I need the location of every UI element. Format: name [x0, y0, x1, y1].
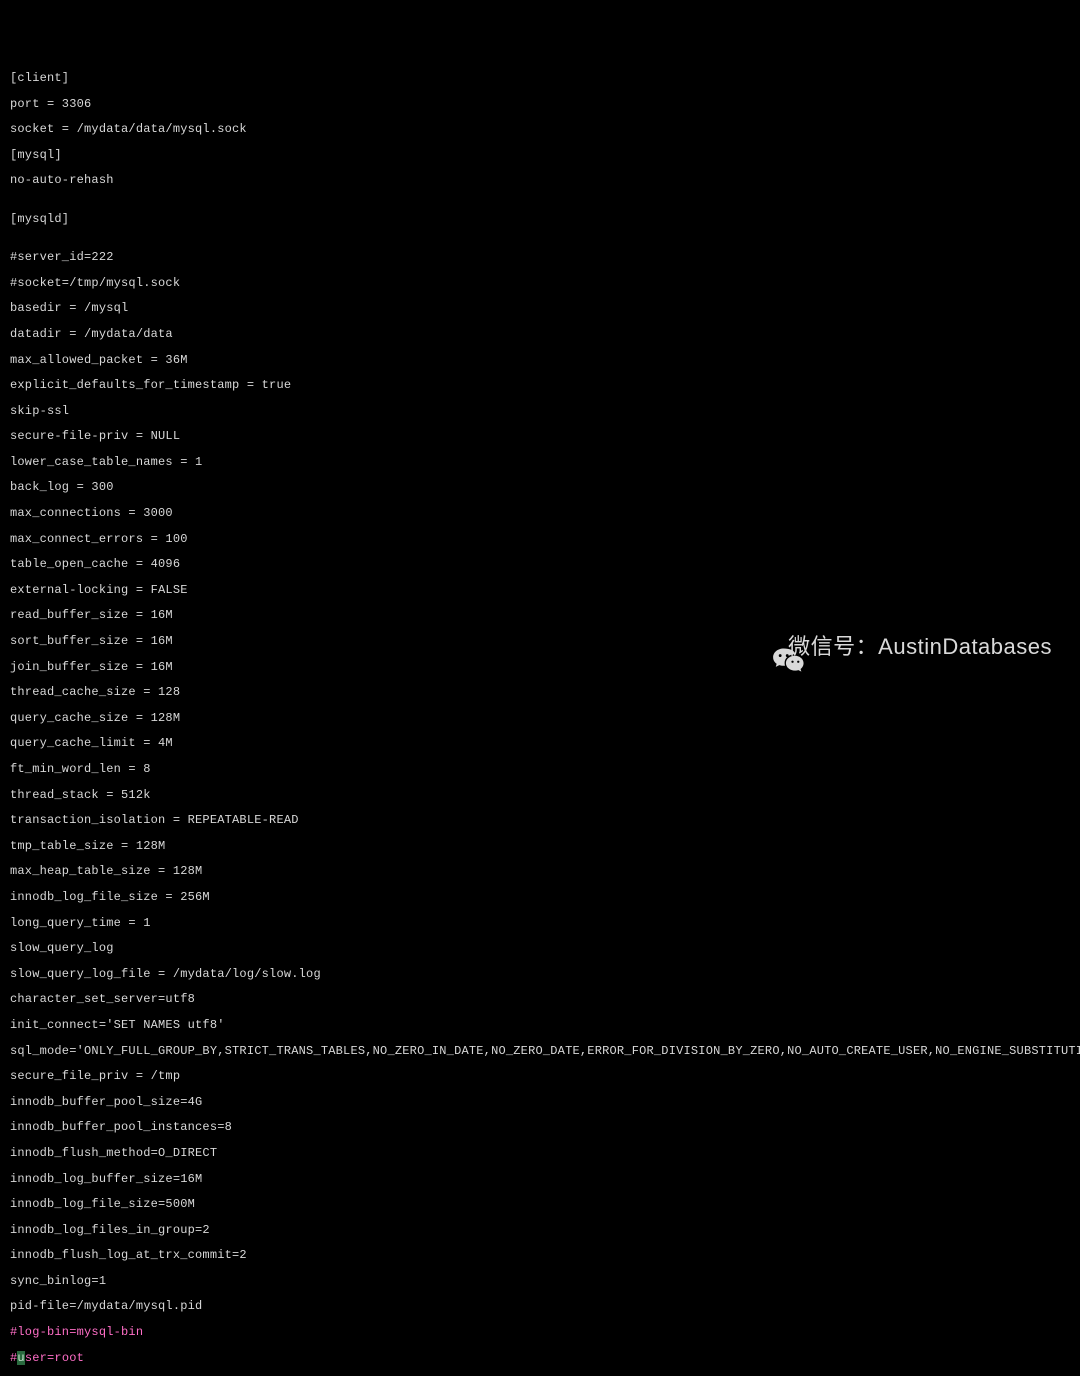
config-line: pid-file=/mydata/mysql.pid [10, 1300, 1070, 1313]
config-line: query_cache_size = 128M [10, 712, 1070, 725]
config-line: #server_id=222 [10, 251, 1070, 264]
config-line: ft_min_word_len = 8 [10, 763, 1070, 776]
wechat-icon [742, 632, 778, 662]
cursor-selection: u [17, 1351, 24, 1365]
config-line: innodb_flush_log_at_trx_commit=2 [10, 1249, 1070, 1262]
config-line: [mysqld] [10, 213, 1070, 226]
config-line: query_cache_limit = 4M [10, 737, 1070, 750]
config-line: table_open_cache = 4096 [10, 558, 1070, 571]
config-line: innodb_log_files_in_group=2 [10, 1224, 1070, 1237]
config-line: innodb_buffer_pool_instances=8 [10, 1121, 1070, 1134]
comment-rest: ser=root [25, 1351, 84, 1365]
terminal-output: [client] port = 3306 socket = /mydata/da… [10, 59, 1070, 1376]
config-line: thread_cache_size = 128 [10, 686, 1070, 699]
config-line: max_connections = 3000 [10, 507, 1070, 520]
config-line: secure-file-priv = NULL [10, 430, 1070, 443]
config-line: innodb_buffer_pool_size=4G [10, 1096, 1070, 1109]
config-line: max_connect_errors = 100 [10, 533, 1070, 546]
config-line: join_buffer_size = 16M [10, 661, 1070, 674]
config-line: character_set_server=utf8 [10, 993, 1070, 1006]
config-line: no-auto-rehash [10, 174, 1070, 187]
config-line: datadir = /mydata/data [10, 328, 1070, 341]
config-line: thread_stack = 512k [10, 789, 1070, 802]
config-line: transaction_isolation = REPEATABLE-READ [10, 814, 1070, 827]
config-line: #socket=/tmp/mysql.sock [10, 277, 1070, 290]
config-line: init_connect='SET NAMES utf8' [10, 1019, 1070, 1032]
config-line: innodb_flush_method=O_DIRECT [10, 1147, 1070, 1160]
config-line: max_heap_table_size = 128M [10, 865, 1070, 878]
config-line: max_allowed_packet = 36M [10, 354, 1070, 367]
config-line: explicit_defaults_for_timestamp = true [10, 379, 1070, 392]
watermark: 微信号：AustinDatabases [742, 632, 1052, 662]
config-line: basedir = /mysql [10, 302, 1070, 315]
config-line: sync_binlog=1 [10, 1275, 1070, 1288]
config-line-cursor: #user=root [10, 1352, 1070, 1365]
config-line-highlighted: #log-bin=mysql-bin [10, 1326, 1070, 1339]
config-line: tmp_table_size = 128M [10, 840, 1070, 853]
config-line: read_buffer_size = 16M [10, 609, 1070, 622]
config-line: slow_query_log [10, 942, 1070, 955]
config-line: long_query_time = 1 [10, 917, 1070, 930]
config-line: lower_case_table_names = 1 [10, 456, 1070, 469]
config-line: skip-ssl [10, 405, 1070, 418]
config-line: innodb_log_buffer_size=16M [10, 1173, 1070, 1186]
config-line: [client] [10, 72, 1070, 85]
config-line: back_log = 300 [10, 481, 1070, 494]
config-line: socket = /mydata/data/mysql.sock [10, 123, 1070, 136]
config-line: [mysql] [10, 149, 1070, 162]
config-line: port = 3306 [10, 98, 1070, 111]
config-line: slow_query_log_file = /mydata/log/slow.l… [10, 968, 1070, 981]
config-line: secure_file_priv = /tmp [10, 1070, 1070, 1083]
config-line: innodb_log_file_size=500M [10, 1198, 1070, 1211]
config-line: innodb_log_file_size = 256M [10, 891, 1070, 904]
config-line: external-locking = FALSE [10, 584, 1070, 597]
config-line: sql_mode='ONLY_FULL_GROUP_BY,STRICT_TRAN… [10, 1045, 1070, 1058]
watermark-label: 微信号：AustinDatabases [788, 641, 1052, 654]
